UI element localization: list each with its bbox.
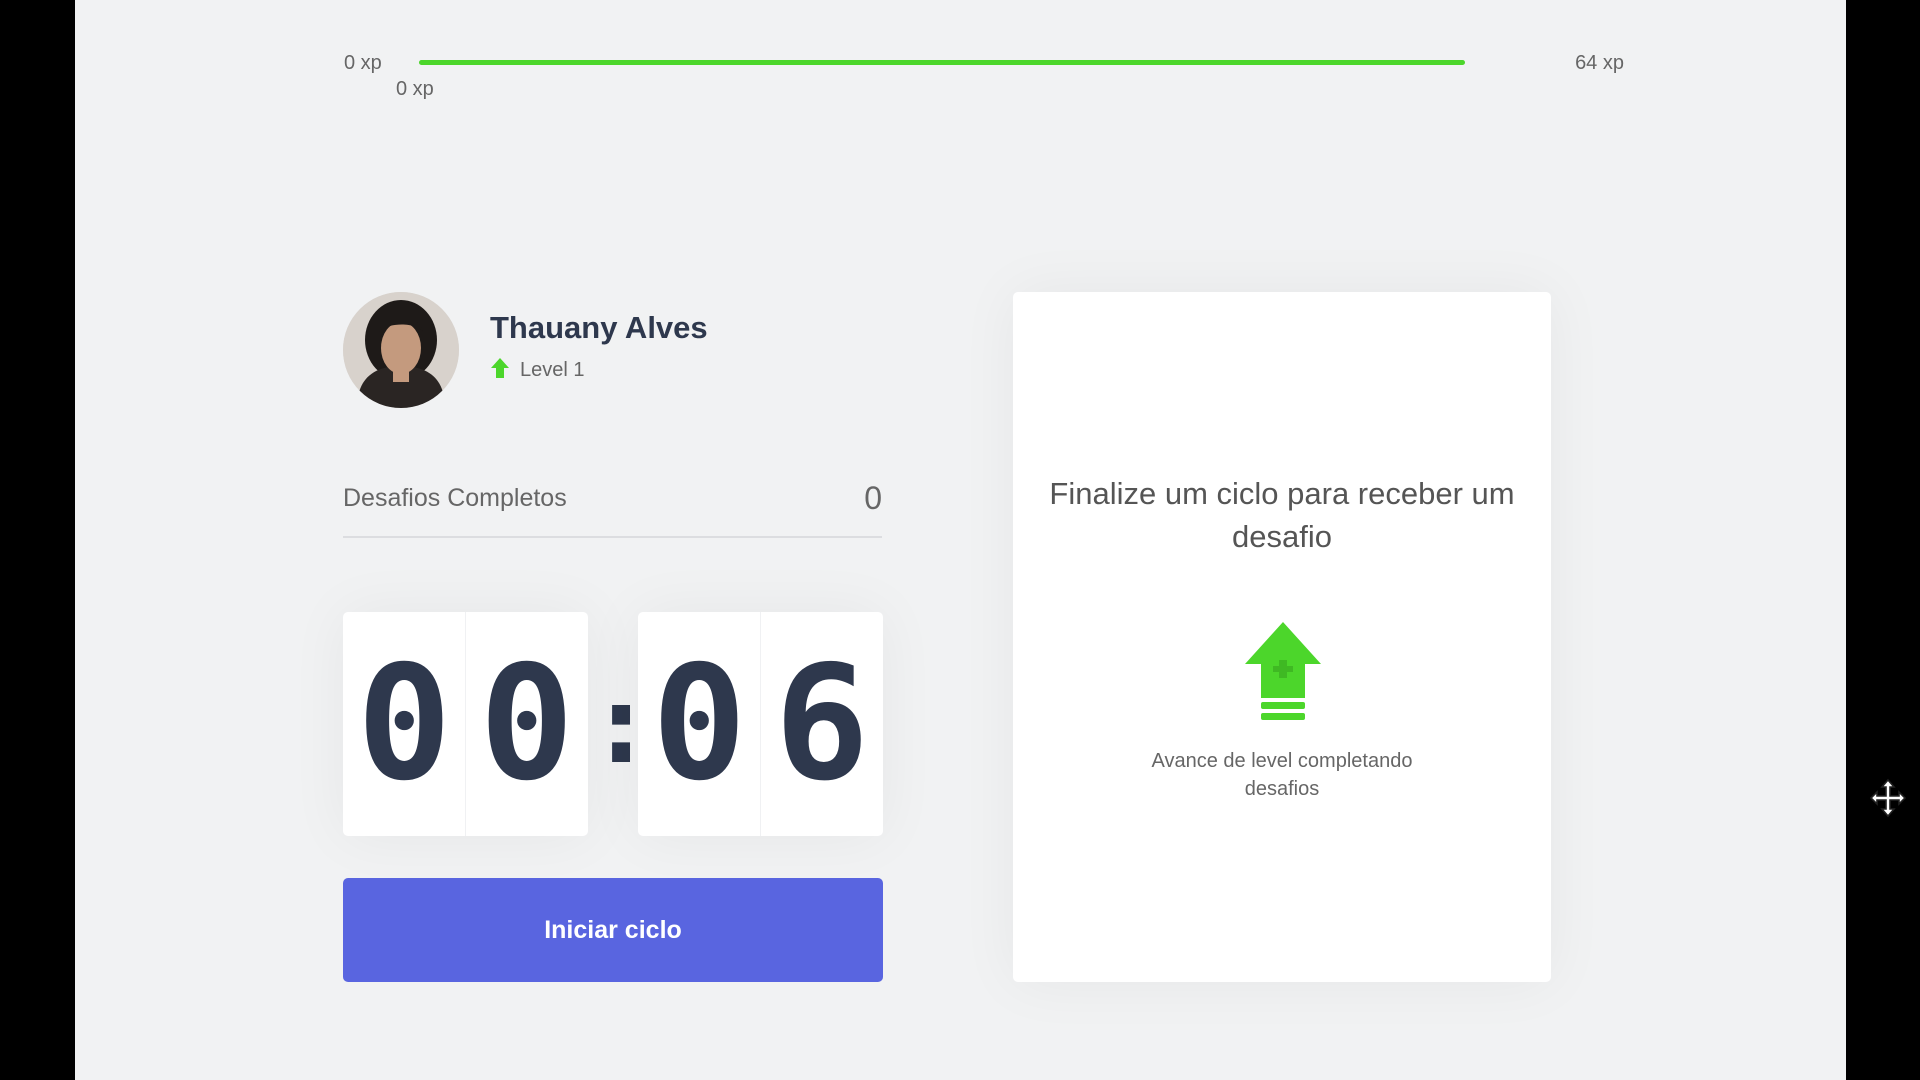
level-up-icon bbox=[1243, 620, 1323, 728]
level-label: Level 1 bbox=[520, 358, 585, 381]
xp-track bbox=[419, 60, 1465, 65]
profile-level: Level 1 bbox=[490, 357, 585, 383]
avatar bbox=[343, 292, 459, 408]
second-tens-digit: 0 bbox=[651, 632, 747, 816]
start-cycle-button[interactable]: Iniciar ciclo bbox=[343, 878, 883, 982]
move-cursor-icon bbox=[1869, 778, 1907, 818]
xp-start-label: 0 xp bbox=[344, 52, 382, 74]
completed-challenges-count: 0 bbox=[864, 480, 882, 516]
level-up-arrow-icon bbox=[490, 357, 510, 384]
second-ones-digit: 6 bbox=[774, 632, 870, 816]
challenge-hint: Avance de level completando desafios bbox=[1151, 750, 1413, 800]
challenge-title: Finalize um ciclo para receber um desafi… bbox=[1049, 476, 1515, 554]
countdown-seconds: 0 6 bbox=[638, 612, 883, 836]
countdown-minutes: 0 0 bbox=[343, 612, 588, 836]
challenge-box: Finalize um ciclo para receber um desafi… bbox=[1013, 292, 1551, 982]
profile-name: Thauany Alves bbox=[490, 310, 708, 345]
minute-ones-digit: 0 bbox=[479, 632, 575, 816]
countdown: 0 0 : 0 6 bbox=[343, 612, 883, 836]
xp-current-label: 0 xp bbox=[396, 78, 434, 100]
xp-fill bbox=[419, 60, 1465, 65]
minute-tens-digit: 0 bbox=[356, 632, 452, 816]
completed-challenges-label: Desafios Completos bbox=[343, 484, 567, 512]
experience-bar: 0 xp 0 xp 64 xp bbox=[344, 50, 1624, 100]
app-window: 0 xp 0 xp 64 xp Thauany Alves Level 1 De… bbox=[75, 0, 1907, 1080]
profile: Thauany Alves Level 1 bbox=[343, 292, 903, 408]
countdown-separator: : bbox=[588, 660, 655, 788]
completed-challenges: Desafios Completos 0 bbox=[343, 470, 882, 538]
xp-end-label: 64 xp bbox=[1575, 52, 1624, 74]
